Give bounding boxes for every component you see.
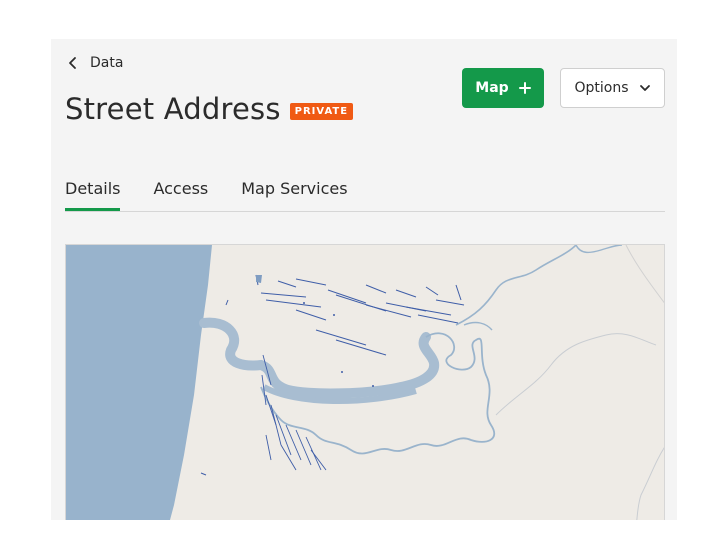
tab-map-services[interactable]: Map Services xyxy=(241,179,347,210)
map-button-label: Map xyxy=(475,80,509,96)
title-row: Street Address PRIVATE xyxy=(65,92,354,126)
tab-bar: Details Access Map Services xyxy=(65,179,665,212)
map-thumbnail xyxy=(66,245,664,520)
page-title: Street Address xyxy=(65,92,281,126)
back-link-label: Data xyxy=(90,55,124,71)
plus-icon xyxy=(518,82,531,94)
map-button[interactable]: Map xyxy=(462,68,544,108)
tab-details[interactable]: Details xyxy=(65,179,121,211)
chevron-left-icon xyxy=(69,57,76,69)
chevron-down-icon xyxy=(639,85,650,91)
options-button-label: Options xyxy=(574,80,629,96)
options-button[interactable]: Options xyxy=(560,68,665,108)
map-preview[interactable] xyxy=(65,244,665,520)
item-detail-panel: Data Street Address PRIVATE Map Options … xyxy=(51,39,677,520)
back-to-data-link[interactable]: Data xyxy=(65,52,123,74)
tab-access[interactable]: Access xyxy=(153,179,208,210)
private-badge: PRIVATE xyxy=(289,102,354,120)
